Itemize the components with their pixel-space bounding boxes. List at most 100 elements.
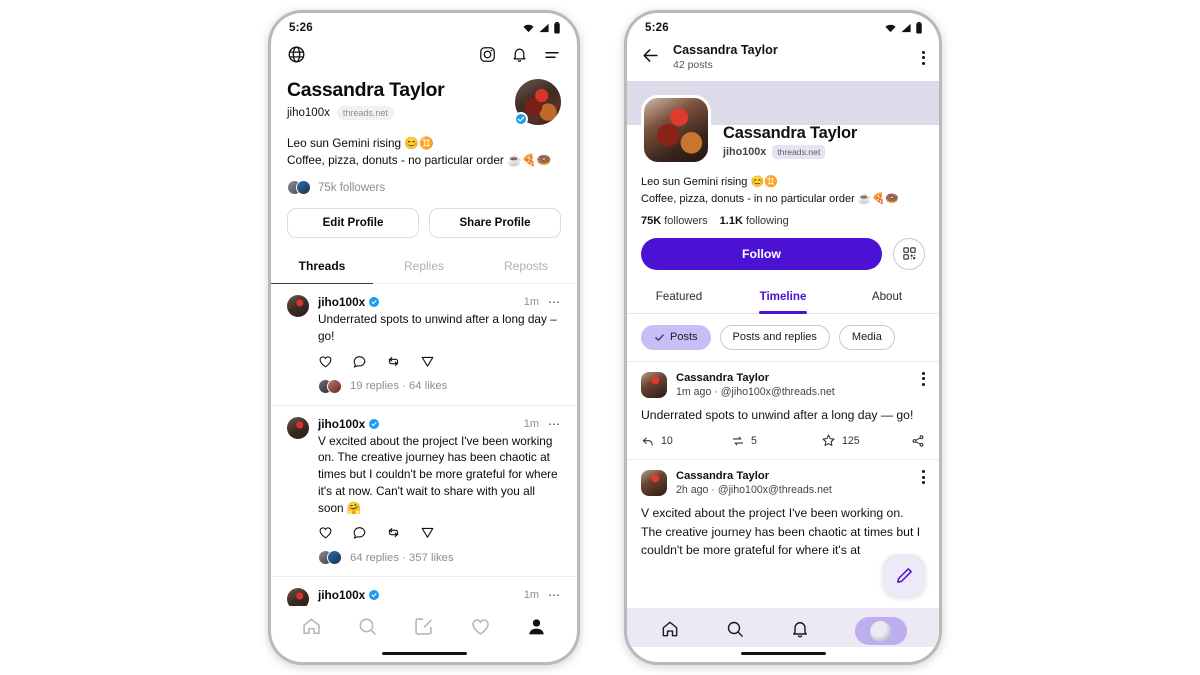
send-icon[interactable] [420, 354, 435, 369]
follower-avatars [287, 180, 311, 196]
post-author-name: Cassandra Taylor [676, 470, 770, 483]
post-header: jiho100x 1m ⋯ [287, 588, 561, 606]
post-author[interactable]: jiho100x [318, 417, 380, 431]
post-text: Underrated spots to unwind after a long … [641, 407, 914, 422]
followers-row[interactable]: 75k followers [271, 169, 577, 196]
home-indicator [740, 652, 826, 655]
reply-action[interactable]: 10 [641, 434, 731, 448]
post-timestamp: 1m [523, 296, 539, 309]
instagram-icon[interactable] [479, 46, 496, 68]
left-profile-identity: Cassandra Taylor jiho100x threads.net [287, 79, 445, 121]
post-stats-text: 64 replies · 357 likes [350, 551, 454, 564]
edit-profile-button[interactable]: Edit Profile [287, 208, 419, 239]
tab-replies[interactable]: Replies [373, 252, 475, 283]
repost-icon[interactable] [386, 354, 401, 369]
heart-icon[interactable] [318, 525, 333, 540]
globe-icon[interactable] [287, 45, 306, 69]
chip-posts[interactable]: Posts [641, 324, 711, 350]
post-author-name: jiho100x [318, 588, 366, 603]
tab-reposts[interactable]: Reposts [475, 252, 577, 283]
profile-handle: jiho100x [723, 146, 767, 159]
post-meta: jiho100x 1m ⋯ [318, 295, 561, 309]
post-avatar[interactable] [287, 295, 309, 318]
compose-fab-button[interactable] [883, 554, 925, 596]
post-header: jiho100x 1m ⋯ Underrated spots to unwind… [287, 295, 561, 405]
post-item[interactable]: Cassandra Taylor 2h ago · @jiho100x@thre… [627, 459, 939, 559]
post-item[interactable]: jiho100x 1m ⋯ V excited about the projec… [271, 406, 577, 578]
avatar[interactable] [514, 79, 561, 126]
repost-icon[interactable] [386, 525, 401, 540]
comment-icon[interactable] [352, 354, 367, 369]
nav-profile-icon[interactable] [526, 616, 547, 642]
nav-notifications-icon[interactable] [790, 619, 810, 644]
profile-tabs: Featured Timeline About [627, 283, 939, 314]
post-item[interactable]: jiho100x 1m ⋯ Underrated spots to unwind… [271, 284, 577, 406]
more-vertical-icon[interactable] [922, 50, 925, 65]
menu-icon[interactable] [543, 46, 561, 69]
profile-bio: Leo sun Gemini rising 😊♊ Coffee, pizza, … [627, 165, 939, 207]
back-arrow-icon[interactable] [641, 46, 660, 70]
post-avatar[interactable] [641, 371, 667, 398]
compose-pencil-icon [896, 567, 912, 583]
qr-code-icon[interactable] [893, 237, 925, 270]
followers-stat[interactable]: 75K followers [641, 215, 708, 227]
post-item[interactable]: Cassandra Taylor 1m ago · @jiho100x@thre… [627, 360, 939, 459]
following-stat[interactable]: 1.1K following [720, 215, 789, 227]
post-meta-right: 1m ⋯ [524, 589, 561, 601]
chip-posts-and-replies[interactable]: Posts and replies [719, 324, 830, 350]
post-avatar[interactable] [287, 416, 309, 439]
post-more-icon[interactable]: ⋯ [548, 296, 561, 308]
profile-row: Cassandra Taylor jiho100x threads.net [641, 95, 925, 166]
chip-label: Media [851, 331, 882, 344]
tab-threads[interactable]: Threads [271, 252, 373, 285]
nav-search-icon[interactable] [357, 616, 378, 642]
status-system-icons [522, 22, 561, 34]
battery-icon [916, 22, 922, 34]
send-icon[interactable] [420, 525, 435, 540]
favorite-action[interactable]: 125 [821, 433, 911, 448]
nav-compose-icon[interactable] [413, 616, 434, 642]
chip-media[interactable]: Media [838, 324, 895, 350]
post-more-icon[interactable] [922, 470, 925, 485]
right-topbar-titles: Cassandra Taylor 42 posts [673, 43, 778, 72]
nav-activity-icon[interactable] [470, 616, 491, 642]
tab-featured[interactable]: Featured [627, 283, 731, 313]
post-author[interactable]: jiho100x [318, 295, 380, 310]
post-stats[interactable]: 64 replies · 357 likes [318, 540, 561, 576]
tab-about[interactable]: About [835, 283, 939, 313]
left-topbar-actions [479, 46, 561, 69]
reply-avatar [327, 550, 342, 566]
left-feed[interactable]: jiho100x 1m ⋯ Underrated spots to unwind… [271, 284, 577, 606]
post-item[interactable]: jiho100x 1m ⋯ [271, 577, 577, 606]
post-actions [318, 354, 561, 369]
tab-timeline[interactable]: Timeline [731, 283, 835, 314]
post-stats[interactable]: 19 replies · 64 likes [318, 369, 561, 405]
verified-badge-icon [369, 297, 380, 308]
nav-search-icon[interactable] [725, 619, 745, 644]
post-more-icon[interactable]: ⋯ [548, 418, 561, 430]
post-avatar[interactable] [287, 588, 309, 606]
follow-button[interactable]: Follow [641, 237, 882, 270]
nav-profile-pill[interactable] [854, 617, 907, 645]
post-stats-text: 19 replies · 64 likes [350, 380, 448, 393]
nav-home-icon[interactable] [660, 619, 680, 644]
post-avatar[interactable] [641, 470, 667, 497]
wifi-icon [523, 24, 534, 32]
avatar[interactable] [641, 95, 711, 166]
share-profile-button[interactable]: Share Profile [429, 208, 561, 239]
comment-icon[interactable] [352, 525, 367, 540]
heart-icon[interactable] [318, 354, 333, 369]
bio-line-1: Leo sun Gemini rising 😊♊ [641, 176, 778, 189]
left-status-bar: 5:26 [271, 13, 577, 39]
post-meta: jiho100x 1m ⋯ [318, 417, 561, 431]
post-more-icon[interactable] [922, 371, 925, 386]
nav-home-icon[interactable] [301, 616, 322, 642]
post-more-icon[interactable]: ⋯ [548, 589, 561, 601]
post-author-name: jiho100x [318, 295, 366, 310]
post-author[interactable]: jiho100x [318, 588, 380, 603]
repost-action[interactable]: 5 [731, 434, 821, 448]
topbar-title: Cassandra Taylor [673, 43, 778, 57]
bell-icon[interactable] [511, 46, 528, 68]
post-author-block: Cassandra Taylor 1m ago · @jiho100x@thre… [676, 372, 913, 398]
share-action[interactable] [911, 434, 925, 448]
